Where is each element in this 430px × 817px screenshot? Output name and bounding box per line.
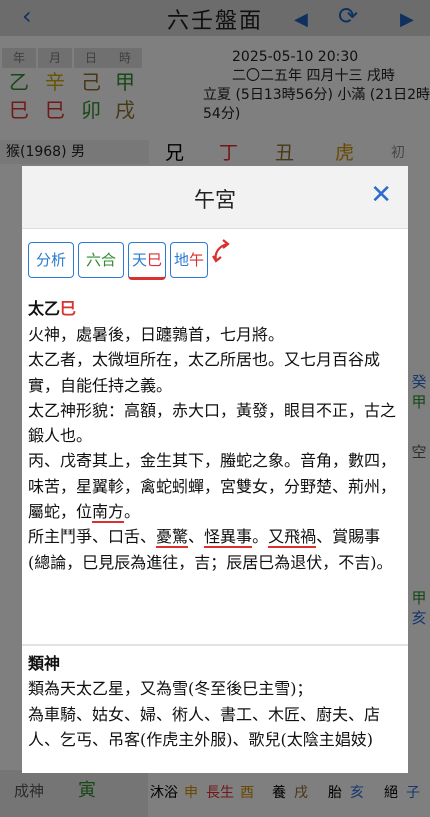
paragraph: 丙、戊寄其上，金生其下，螣蛇之象。音角，數四，味苦，星翼軫，禽蛇蚓蟬，宮雙女，分… xyxy=(28,448,400,524)
tab-label-branch: 巳 xyxy=(147,251,163,269)
paragraph: 太乙者，太微垣所在，太乙所居也。又七月百谷成實，自能任持之義。 xyxy=(28,350,381,395)
tab-liuhe[interactable]: 六合 xyxy=(78,242,124,278)
swap-icon[interactable] xyxy=(212,238,232,264)
dialog-header: 午宮 ✕ xyxy=(22,166,408,229)
text-span: 丙、戊寄其上，金生其下，螣蛇之象。音角，數四，味苦，星翼軫，禽蛇蚓蟬，宮雙女，分… xyxy=(28,451,397,522)
text-span: 。 xyxy=(252,527,269,547)
section-heading: 太乙巳 xyxy=(28,296,400,322)
section-taiyi: 太乙巳 火神，處暑後，日躔鶉首，七月將。 太乙者，太微垣所在，太乙所居也。又七月… xyxy=(28,296,400,575)
paragraph: 為車騎、姑女、婦、術人、書工、木匠、廚夫、店人、乞丐、吊客(作虎主外服)、歌兒(… xyxy=(28,704,381,749)
paragraph: 所主鬥爭、口舌、憂驚、怪異事。又飛禍、賞賜事(總論，巳見辰為進往，吉；辰居巳為退… xyxy=(28,524,400,575)
section-divider xyxy=(22,644,408,646)
dialog-title: 午宮 xyxy=(194,188,236,212)
tab-label: 六合 xyxy=(85,251,116,269)
text-span: 所主鬥爭、口舌、 xyxy=(28,527,157,547)
tab-label-branch: 午 xyxy=(189,251,205,269)
tab-label: 天 xyxy=(131,251,147,269)
underlined-text: 憂驚 xyxy=(156,527,189,549)
paragraph: 類為天太乙星，又為雪(冬至後巳主雪)； xyxy=(28,679,313,699)
section-leishen: 類神 類為天太乙星，又為雪(冬至後巳主雪)； 為車騎、姑女、婦、術人、書工、木匠… xyxy=(28,651,400,752)
close-icon[interactable]: ✕ xyxy=(370,180,392,210)
tab-earth[interactable]: 地午 xyxy=(170,242,208,278)
paragraph: 火神，處暑後，日躔鶉首，七月將。 xyxy=(28,325,285,344)
heading-text: 太乙 xyxy=(28,299,61,318)
tab-analysis[interactable]: 分析 xyxy=(28,242,74,278)
text-span: 、 xyxy=(188,527,205,547)
paragraph: 太乙神形貌：高額，赤大口，黃發，眼目不正，古之鍛人也。 xyxy=(28,400,397,446)
palace-dialog: 午宮 ✕ 分析 六合 天巳 地午 太乙巳 火神，處暑後，日躔鶉首，七月將。 太乙… xyxy=(22,166,408,773)
underlined-text: 又飛禍 xyxy=(268,527,317,549)
tab-label: 地 xyxy=(173,251,189,269)
tab-label: 分析 xyxy=(35,251,66,269)
tab-heaven[interactable]: 天巳 xyxy=(128,242,166,280)
heading-branch: 巳 xyxy=(60,299,77,318)
underlined-text: 南方 xyxy=(92,502,125,524)
underlined-text: 怪異事 xyxy=(204,527,253,549)
section-heading: 類神 xyxy=(28,654,61,673)
text-span: 。 xyxy=(124,502,141,522)
